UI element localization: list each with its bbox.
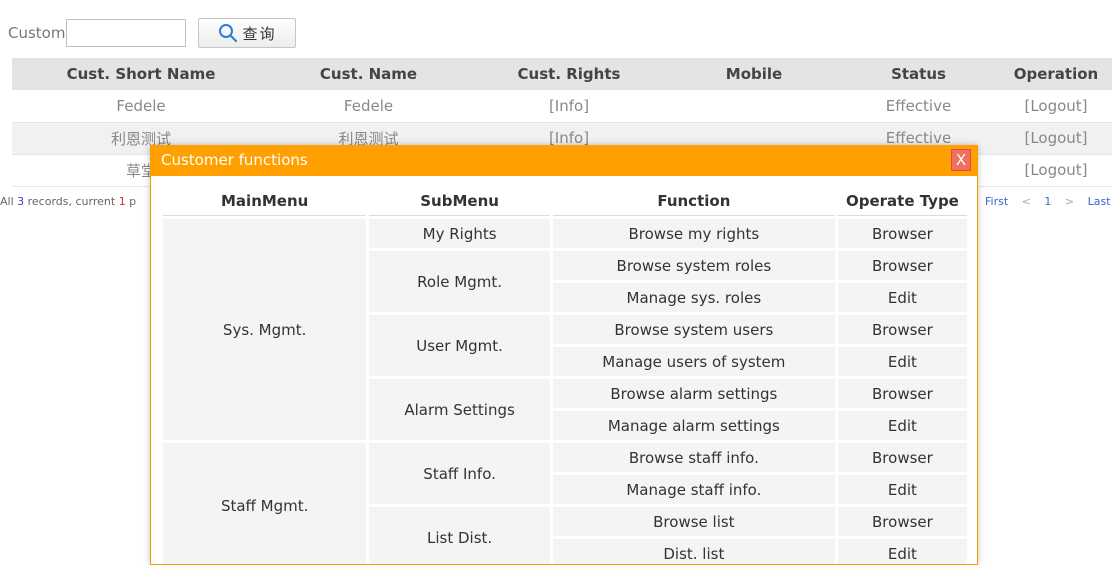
pager-page-number[interactable]: 1 bbox=[1044, 195, 1051, 208]
pager-suffix: p bbox=[125, 195, 137, 208]
operate-type-cell: Browser bbox=[837, 507, 967, 536]
operate-type-cell: Edit bbox=[837, 539, 967, 564]
search-bar: Custom 查询 bbox=[8, 18, 297, 48]
col-header-operate-type: Operate Type bbox=[837, 187, 967, 216]
operate-type-cell: Edit bbox=[837, 475, 967, 504]
cust-name-cell: Fedele bbox=[270, 90, 467, 123]
function-cell: Manage alarm settings bbox=[552, 411, 835, 440]
col-header-mainmenu: MainMenu bbox=[163, 187, 367, 216]
function-cell: Browse system users bbox=[552, 315, 835, 344]
sub-menu-cell: List Dist. bbox=[369, 507, 550, 564]
col-header-rights[interactable]: Cust. Rights bbox=[467, 58, 671, 90]
sub-menu-cell: Alarm Settings bbox=[369, 379, 550, 440]
function-cell: Browse my rights bbox=[552, 219, 835, 248]
function-cell: Dist. list bbox=[552, 539, 835, 564]
functions-table-header: MainMenu SubMenu Function Operate Type bbox=[163, 187, 967, 216]
search-button-label: 查询 bbox=[242, 24, 277, 43]
pager-current: 1 bbox=[118, 195, 126, 208]
col-header-function: Function bbox=[552, 187, 835, 216]
dialog-title: Customer functions bbox=[161, 151, 308, 169]
search-button[interactable]: 查询 bbox=[198, 18, 297, 48]
logout-link[interactable]: [Logout] bbox=[1000, 90, 1112, 123]
close-icon: X bbox=[955, 151, 967, 169]
function-cell: Browse alarm settings bbox=[552, 379, 835, 408]
pager-next-icon[interactable]: > bbox=[1065, 195, 1074, 208]
sub-menu-cell: My Rights bbox=[369, 219, 550, 248]
function-cell: Browse list bbox=[552, 507, 835, 536]
sub-menu-cell: User Mgmt. bbox=[369, 315, 550, 376]
logout-link[interactable]: [Logout] bbox=[1000, 154, 1112, 187]
function-cell: Manage sys. roles bbox=[552, 283, 835, 312]
search-label: Custom bbox=[8, 24, 66, 42]
dialog-header[interactable]: Customer functions X bbox=[151, 145, 977, 176]
pager-summary: All 3 records, current 1 p bbox=[0, 195, 136, 208]
customer-table-header: Cust. Short Name Cust. Name Cust. Rights… bbox=[12, 58, 1112, 90]
col-header-submenu: SubMenu bbox=[369, 187, 550, 216]
pager-first-link[interactable]: First bbox=[985, 195, 1008, 208]
customer-functions-dialog: Customer functions X MainMenu SubMenu Fu… bbox=[150, 145, 978, 565]
operate-type-cell: Browser bbox=[837, 219, 967, 248]
operate-type-cell: Browser bbox=[837, 443, 967, 472]
function-cell: Browse staff info. bbox=[552, 443, 835, 472]
operate-type-cell: Edit bbox=[837, 411, 967, 440]
pager-mid: records, current bbox=[24, 195, 119, 208]
cust-short-name-link[interactable]: Fedele bbox=[12, 90, 270, 123]
main-menu-cell: Sys. Mgmt. bbox=[163, 219, 367, 440]
function-cell: Manage staff info. bbox=[552, 475, 835, 504]
col-header-short-name[interactable]: Cust. Short Name bbox=[12, 58, 270, 90]
logout-link[interactable]: [Logout] bbox=[1000, 122, 1112, 155]
operate-type-cell: Browser bbox=[837, 251, 967, 280]
operate-type-cell: Browser bbox=[837, 379, 967, 408]
sub-menu-cell: Role Mgmt. bbox=[369, 251, 550, 312]
col-header-operation[interactable]: Operation bbox=[1000, 58, 1112, 90]
pager-controls: First < 1 > Last bbox=[985, 195, 1112, 208]
table-row: Fedele Fedele [Info] Effective [Logout] bbox=[12, 90, 1112, 123]
search-input[interactable] bbox=[66, 19, 187, 47]
col-header-mobile[interactable]: Mobile bbox=[671, 58, 837, 90]
function-cell: Manage users of system bbox=[552, 347, 835, 376]
functions-table: MainMenu SubMenu Function Operate Type S… bbox=[160, 184, 970, 564]
sub-menu-cell: Staff Info. bbox=[369, 443, 550, 504]
function-cell: Browse system roles bbox=[552, 251, 835, 280]
operate-type-cell: Edit bbox=[837, 347, 967, 376]
status-cell: Effective bbox=[837, 90, 1000, 123]
table-row: Sys. Mgmt. My Rights Browse my rights Br… bbox=[163, 219, 967, 440]
main-menu-cell: Staff Mgmt. bbox=[163, 443, 367, 564]
close-button[interactable]: X bbox=[951, 149, 971, 171]
table-row: Staff Mgmt. Staff Info. Browse staff inf… bbox=[163, 443, 967, 564]
operate-type-cell: Edit bbox=[837, 283, 967, 312]
pager-last-link[interactable]: Last bbox=[1088, 195, 1111, 208]
rights-info-link[interactable]: [Info] bbox=[467, 90, 671, 123]
operate-type-cell: Browser bbox=[837, 315, 967, 344]
col-header-status[interactable]: Status bbox=[837, 58, 1000, 90]
search-icon bbox=[219, 24, 238, 43]
col-header-name[interactable]: Cust. Name bbox=[270, 58, 467, 90]
pager-prev-icon[interactable]: < bbox=[1022, 195, 1031, 208]
pager-prefix: All bbox=[0, 195, 18, 208]
mobile-cell bbox=[671, 90, 837, 123]
